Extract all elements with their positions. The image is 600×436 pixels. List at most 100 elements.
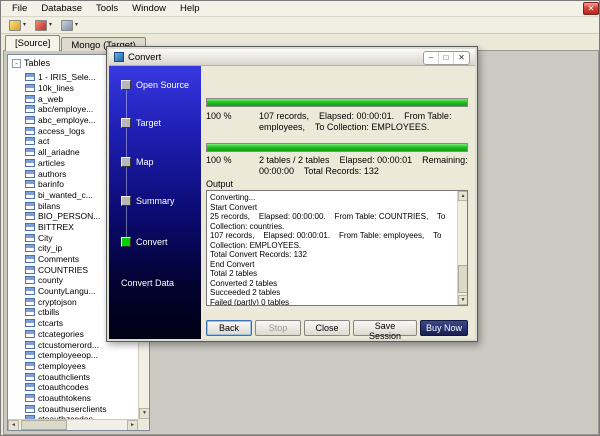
table-icon [25,362,35,370]
table-name: articles [38,158,65,168]
table-tree-item[interactable]: ctemployees [8,361,138,372]
dialog-titlebar[interactable]: Convert – □ ✕ [109,49,475,66]
table-name: bi_wanted_c... [38,190,93,200]
menu-item[interactable]: File [5,2,34,15]
dropdown-icon[interactable]: ▾ [75,22,78,28]
step-indicator-icon [121,196,131,206]
table-icon [25,319,35,327]
tree-root-label: Tables [24,58,50,68]
table-icon [25,84,35,92]
output-label: Output [206,179,233,189]
menu-item[interactable]: Database [34,2,89,15]
table-tree-item[interactable]: ctemployeeop... [8,350,138,361]
table-name: ctcarts [38,318,63,328]
scroll-right-icon[interactable]: ► [127,420,138,431]
step-map: Map [121,157,154,167]
target-connection-icon [35,20,47,31]
table-icon [25,105,35,113]
step-indicator-icon [121,118,131,128]
table-icon [25,148,35,156]
table-name: county [38,275,63,285]
table-progress-fill [207,99,467,106]
table-icon [25,116,35,124]
output-line: Start Convert [210,203,454,213]
table-name: Comments [38,254,79,264]
menu-item[interactable]: Tools [89,2,125,15]
app-window: File Database Tools Window Help ✕ ▾ ▾ ▾ [0,0,600,436]
table-name: a_web [38,94,63,104]
table-icon [25,351,35,359]
table-icon [25,191,35,199]
output-scroll-thumb[interactable] [458,265,468,293]
table-name: cryptojson [38,297,77,307]
output-line: End Convert [210,260,454,270]
table-name: access_logs [38,126,85,136]
table-progress-row: 100 % 107 records, Elapsed: 00:00:01. Fr… [206,111,468,132]
table-name: ctemployeeop... [38,350,98,360]
step-indicator-icon [121,157,131,167]
convert-content: 100 % 107 records, Elapsed: 00:00:01. Fr… [201,66,475,339]
step-summary: Summary [121,196,175,206]
toolbar-target-button[interactable]: ▾ [33,19,54,32]
table-name: ctoauthtokens [38,393,91,403]
close-button[interactable]: Close [304,320,350,336]
dialog-button-row: Back Stop Close Save Session Buy Now [206,319,468,336]
table-name: ctoauthclients [38,372,90,382]
minimize-icon[interactable]: – [424,52,439,64]
tree-horizontal-scrollbar[interactable]: ◄ ► [8,419,138,430]
table-name: ctemployees [38,361,86,371]
close-icon[interactable]: ✕ [454,52,469,64]
scroll-left-icon[interactable]: ◄ [8,420,19,431]
table-tree-item[interactable]: ctoauthclients [8,371,138,382]
step-indicator-active-icon [121,237,131,247]
scroll-up-icon[interactable]: ▲ [458,191,468,201]
toolbar-source-button[interactable]: ▾ [7,19,28,32]
table-icon [25,95,35,103]
back-button[interactable]: Back [206,320,252,336]
table-icon [25,405,35,413]
wizard-step-panel: Open Source Target Map Summary Convert [109,66,201,339]
table-icon [25,287,35,295]
dropdown-icon[interactable]: ▾ [23,22,26,28]
table-name: ctbills [38,307,59,317]
table-icon [25,266,35,274]
table-name: all_ariadne [38,147,80,157]
output-line: Converted 2 tables [210,279,454,289]
tools-icon [61,20,73,31]
save-session-button[interactable]: Save Session [353,320,417,336]
menu-item[interactable]: Help [173,2,207,15]
overall-progress-row: 100 % 2 tables / 2 tables Elapsed: 00:00… [206,155,468,176]
table-tree-item[interactable]: ctoauthuserclients [8,403,138,414]
table-icon [25,373,35,381]
tree-expander-icon[interactable]: - [12,59,21,68]
horizontal-scroll-thumb[interactable] [21,420,67,430]
table-name: bilans [38,201,60,211]
dropdown-icon[interactable]: ▾ [49,22,52,28]
table-tree-item[interactable]: ctoauthcodes [8,382,138,393]
toolbar-tools-button[interactable]: ▾ [59,19,80,32]
scroll-down-icon[interactable]: ▼ [458,295,468,305]
output-scrollbar[interactable]: ▲ ▼ [457,191,467,305]
table-progress-detail: 107 records, Elapsed: 00:00:01. From Tab… [259,111,468,132]
tab-source[interactable]: [Source] [5,35,60,51]
step-open-source: Open Source [121,80,189,90]
table-tree-item[interactable]: ctoauthtokens [8,393,138,404]
convert-dialog: Convert – □ ✕ Open Source Target [106,46,478,342]
table-icon [25,159,35,167]
scroll-down-icon[interactable]: ▼ [139,408,150,419]
table-icon [25,212,35,220]
stop-button[interactable]: Stop [255,320,301,336]
dialog-title: Convert [128,52,161,63]
table-name: BITTREX [38,222,74,232]
table-icon [25,298,35,306]
table-name: City [38,233,53,243]
table-progress-percent: 100 % [206,111,259,132]
overall-progress-fill [207,144,467,151]
table-icon [25,394,35,402]
table-icon [25,330,35,338]
window-close-icon[interactable]: ✕ [583,2,599,15]
maximize-icon[interactable]: □ [439,52,454,64]
menu-item[interactable]: Window [125,2,173,15]
overall-progress-percent: 100 % [206,155,259,176]
buy-now-button[interactable]: Buy Now [420,320,468,336]
